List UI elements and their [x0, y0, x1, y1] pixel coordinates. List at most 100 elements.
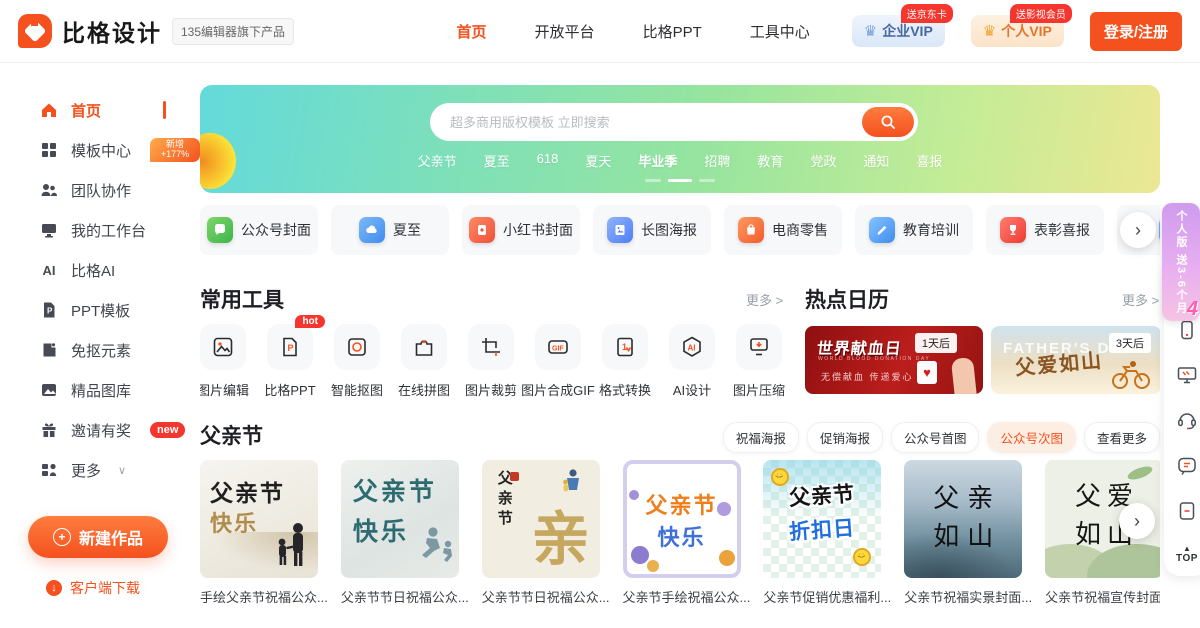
category-award[interactable]: 表彰喜报 [986, 205, 1104, 255]
category-education[interactable]: 教育培训 [855, 205, 973, 255]
card-caption: 父亲节手绘祝福公众... [623, 587, 751, 606]
sidebar-item-workspace[interactable]: 我的工作台 [0, 210, 200, 250]
tool-ai-design[interactable]: AI AI设计 [669, 324, 715, 399]
tool-label: AI设计 [673, 380, 711, 399]
tool-online-collage[interactable]: 在线拼图 [401, 324, 447, 399]
shopping-bag-icon [738, 217, 764, 243]
customer-service-icon[interactable] [1176, 409, 1198, 431]
home-icon [40, 101, 58, 119]
search-input[interactable] [448, 114, 918, 131]
filter-gzh-subimg[interactable]: 公众号次图 [987, 422, 1076, 453]
svg-text:P: P [288, 343, 294, 353]
nav-tool-center[interactable]: 工具中心 [750, 21, 810, 42]
keyword[interactable]: 党政 [810, 151, 836, 170]
crop-icon [468, 324, 514, 370]
sidebar-item-label: 我的工作台 [71, 220, 146, 241]
template-card[interactable]: 父亲节 亲 父亲节节日祝福公众... [482, 460, 610, 606]
keyword[interactable]: 喜报 [916, 151, 942, 170]
desktop-client-icon[interactable] [1176, 364, 1198, 386]
father-cards-next-arrow[interactable]: › [1119, 503, 1155, 539]
tools-section-title: 常用工具 [200, 284, 284, 314]
category-next-arrow[interactable]: › [1120, 212, 1156, 248]
sidebar-item-cutout-elements[interactable]: 免抠元素 [0, 330, 200, 370]
tool-label: 比格PPT [264, 380, 315, 399]
keyword[interactable]: 夏天 [585, 151, 611, 170]
category-ecommerce[interactable]: 电商零售 [724, 205, 842, 255]
template-card[interactable]: 父亲节 快乐 父亲节手绘祝福公众... [623, 460, 751, 606]
tool-format-convert[interactable]: 1 格式转换 [602, 324, 648, 399]
sidebar-item-gallery[interactable]: 精品图库 [0, 370, 200, 410]
nav-bige-ppt[interactable]: 比格PPT [643, 21, 702, 42]
tool-image-edit[interactable]: 图片编辑 [200, 324, 246, 399]
sidebar-item-label: 比格AI [71, 260, 115, 281]
keyword[interactable]: 招聘 [704, 151, 730, 170]
keyword[interactable]: 父亲节 [418, 151, 457, 170]
template-card[interactable]: 父亲节 快乐 手绘父亲节祝福公众... [200, 460, 328, 606]
image-edit-icon [200, 324, 246, 370]
nav-home[interactable]: 首页 [457, 21, 487, 42]
sidebar-item-home[interactable]: 首页 [0, 90, 200, 130]
tool-image-compress[interactable]: 图片压缩 [736, 324, 782, 399]
keyword-active[interactable]: 毕业季 [638, 151, 677, 170]
category-xhs-cover[interactable]: 小红书封面 [462, 205, 580, 255]
up-arrow-icon: ▲ [1183, 545, 1191, 553]
page: 比格设计 135编辑器旗下产品 首页 开放平台 比格PPT 工具中心 送京东卡 … [0, 0, 1200, 628]
logo[interactable]: 比格设计 135编辑器旗下产品 [18, 14, 294, 48]
keyword[interactable]: 通知 [863, 151, 889, 170]
filter-blessing-poster[interactable]: 祝福海报 [723, 422, 799, 453]
keyword[interactable]: 618 [537, 151, 559, 170]
template-card[interactable]: 父亲 如山 父亲节祝福实景封面... [904, 460, 1032, 606]
carousel-dot[interactable] [645, 179, 661, 182]
search-button[interactable] [862, 107, 914, 137]
sidebar-item-ppt-templates[interactable]: P PPT模板 [0, 290, 200, 330]
sidebar-item-template-center[interactable]: 模板中心 新增+177% [0, 130, 200, 170]
client-download-link[interactable]: ↓ 客户端下载 [46, 578, 200, 598]
category-gzh-cover[interactable]: 公众号封面 [200, 205, 318, 255]
tools-more-link[interactable]: 更多 > [746, 290, 783, 309]
card-title: 父亲节 [353, 472, 437, 508]
calendar-more-link[interactable]: 更多 > [1122, 290, 1159, 309]
nav-open-platform[interactable]: 开放平台 [535, 21, 595, 42]
survey-doc-icon[interactable] [1176, 500, 1198, 522]
personal-vip-promo-tag[interactable]: 个人版 送3-6个月 4 [1162, 203, 1200, 321]
father-cards-row: 父亲节 快乐 手绘父亲节祝福公众... 父亲节 快乐 父亲节节日祝福公众... [200, 460, 1160, 606]
sidebar-item-team[interactable]: 团队协作 [0, 170, 200, 210]
red-seal [510, 472, 519, 481]
sidebar-item-label: PPT模板 [71, 300, 130, 321]
tool-bige-ppt[interactable]: hot P 比格PPT [267, 324, 313, 399]
ppt-tool-icon: P [267, 324, 313, 370]
personal-vip-button[interactable]: 送影视会员 ♛ 个人VIP [971, 15, 1064, 47]
enterprise-vip-button[interactable]: 送京东卡 ♛ 企业VIP [852, 15, 945, 47]
tool-image-crop[interactable]: 图片裁剪 [468, 324, 514, 399]
login-register-button[interactable]: 登录/注册 [1090, 12, 1182, 51]
template-card[interactable]: 父亲节 快乐 父亲节节日祝福公众... [341, 460, 469, 606]
calendar-card-fathers-day[interactable]: FATHER'S DAY 父爱如山 3天后 [991, 326, 1160, 394]
category-label: 夏至 [393, 220, 421, 240]
feedback-chat-icon[interactable] [1176, 455, 1198, 477]
keyword[interactable]: 教育 [757, 151, 783, 170]
category-long-poster[interactable]: 长图海报 [593, 205, 711, 255]
category-xiazhi[interactable]: 夏至 [331, 205, 449, 255]
father-filters: 祝福海报 促销海报 公众号首图 公众号次图 查看更多 [723, 422, 1160, 453]
carousel-dot[interactable] [699, 179, 715, 182]
tool-label: 智能抠图 [331, 380, 383, 399]
back-to-top-button[interactable]: ▲ TOP [1176, 545, 1198, 564]
keyword[interactable]: 夏至 [484, 151, 510, 170]
tool-gif-maker[interactable]: GIF 图片合成GIF [535, 324, 581, 399]
calendar-card-blood-day[interactable]: 世界献血日 WORLD BLOOD DONATION DAY 无偿献血 传递爱心… [805, 326, 983, 394]
filter-view-more[interactable]: 查看更多 [1084, 422, 1160, 453]
template-card[interactable]: 父亲节 折扣日 父亲节促销优惠福利... [763, 460, 891, 606]
sidebar-item-more[interactable]: 更多 ∨ [0, 450, 200, 490]
mobile-app-icon[interactable] [1176, 319, 1198, 341]
countdown-badge: 3天后 [1109, 333, 1151, 353]
sidebar-item-invite-reward[interactable]: 邀请有奖 new [0, 410, 200, 450]
filter-promo-poster[interactable]: 促销海报 [807, 422, 883, 453]
create-work-button[interactable]: + 新建作品 [28, 516, 168, 558]
carousel-dot-active[interactable] [668, 179, 692, 182]
tool-smart-cutout[interactable]: 智能抠图 [334, 324, 380, 399]
filter-gzh-headimg[interactable]: 公众号首图 [891, 422, 980, 453]
pencil-icon [869, 217, 895, 243]
calendar-card-en: WORLD BLOOD DONATION DAY [818, 356, 930, 362]
sidebar-item-bige-ai[interactable]: AI 比格AI [0, 250, 200, 290]
carousel-dots [200, 179, 1160, 182]
